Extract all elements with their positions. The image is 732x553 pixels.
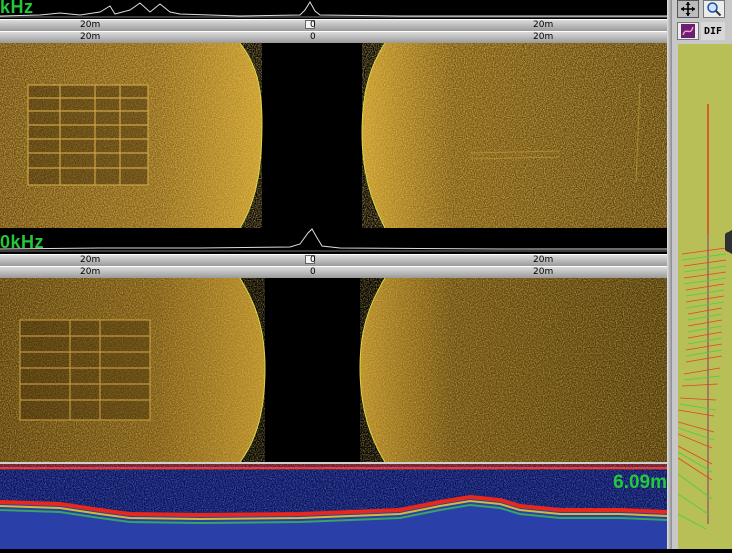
depth-profile-graph	[0, 464, 668, 549]
ruler-center-label: 0	[310, 255, 316, 265]
ruler-left-label: 20m	[80, 267, 101, 277]
depth-readout: 6.09m	[613, 472, 667, 493]
track-map[interactable]	[677, 44, 732, 549]
bottom-frequency-label: 0kHz	[0, 232, 45, 252]
bottom-channel: 0kHz 20m 0 20m 20m 0 20m	[0, 228, 667, 462]
track-icon	[681, 24, 695, 38]
top-channel: kHz 20m 0 20m 20m 0 20m	[0, 0, 667, 228]
move-tool-button[interactable]	[677, 0, 699, 18]
ruler-center-label: 0	[310, 267, 316, 277]
ruler-right-label: 20m	[533, 267, 554, 277]
track-map-canvas	[677, 44, 732, 549]
ruler-right-label: 20m	[533, 255, 554, 265]
ruler-left-label: 20m	[80, 255, 101, 265]
ruler-center-label: 0	[310, 20, 316, 30]
ruler-left-label: 20m	[80, 32, 101, 42]
bottom-sidescan-image[interactable]	[0, 278, 667, 462]
vessel-icon[interactable]	[725, 232, 732, 252]
zoom-tool-button[interactable]	[703, 0, 725, 18]
top-echo-trace	[0, 0, 667, 18]
top-frequency-label: kHz	[0, 0, 34, 17]
ruler-right-label: 20m	[533, 20, 554, 30]
bottom-echo-trace	[0, 228, 667, 252]
dif-button[interactable]: DIF	[701, 22, 725, 40]
ruler-left-label: 20m	[80, 20, 101, 30]
ruler-right-label: 20m	[533, 32, 554, 42]
depth-profile-panel[interactable]: 6.09m	[0, 462, 668, 549]
dif-label: DIF	[703, 25, 723, 37]
move-icon	[681, 2, 695, 16]
track-tool-button[interactable]	[677, 22, 699, 40]
zoom-icon	[707, 2, 722, 17]
ruler-center-label: 0	[310, 32, 316, 42]
top-sidescan-image[interactable]	[0, 43, 667, 228]
